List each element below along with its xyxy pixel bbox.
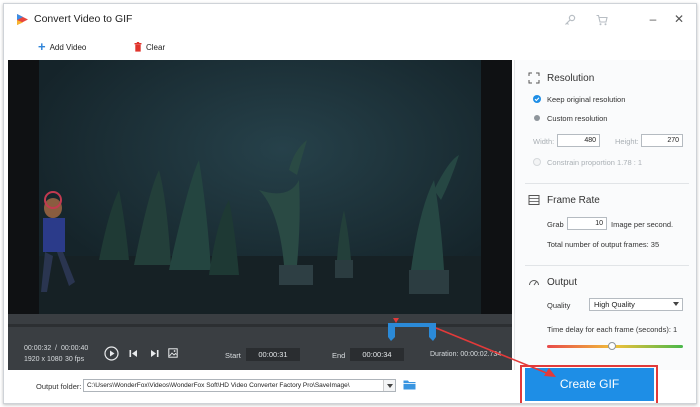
quality-label: Quality xyxy=(547,301,571,310)
check-icon xyxy=(534,97,540,102)
end-label: End xyxy=(332,351,346,360)
height-label: Height: xyxy=(615,137,639,146)
snapshot-icon[interactable] xyxy=(168,348,178,358)
letterbox-right xyxy=(481,60,512,314)
quality-value: High Quality xyxy=(594,300,635,309)
app-logo-icon xyxy=(17,14,28,25)
output-folder-label: Output folder: xyxy=(36,382,82,391)
output-folder-path: C:\Users\WonderFox\Videos\WonderFox Soft… xyxy=(87,382,350,389)
clear-button[interactable]: Clear xyxy=(134,42,165,52)
divider xyxy=(525,183,689,184)
width-field[interactable]: 480 xyxy=(557,134,600,147)
quality-select[interactable]: High Quality xyxy=(589,298,683,311)
close-button[interactable]: ✕ xyxy=(672,12,686,26)
start-time-field[interactable]: 00:00:31 xyxy=(246,348,300,361)
image-per-second-label: Image per second. xyxy=(611,220,674,229)
next-frame-icon[interactable] xyxy=(150,349,159,358)
grab-field[interactable]: 10 xyxy=(567,217,607,230)
delay-slider-thumb[interactable] xyxy=(608,342,617,350)
custom-resolution-radio[interactable] xyxy=(534,115,540,121)
clear-label: Clear xyxy=(146,42,166,52)
minimize-button[interactable]: – xyxy=(646,12,660,26)
chevron-down-icon xyxy=(387,384,393,388)
height-field[interactable]: 270 xyxy=(641,134,683,147)
letterbox-left xyxy=(8,60,39,314)
clip-start-handle[interactable] xyxy=(386,323,396,341)
add-video-label: Add Video xyxy=(49,42,87,52)
create-gif-button[interactable]: Create GIF xyxy=(525,368,654,401)
end-time-field[interactable]: 00:00:34 xyxy=(350,348,404,361)
previous-frame-icon[interactable] xyxy=(129,349,138,358)
output-folder-bar: Output folder: C:\Users\WonderFox\Videos… xyxy=(8,370,512,403)
resolution-title: Resolution xyxy=(547,73,595,84)
divider xyxy=(525,265,689,266)
clip-end-handle[interactable] xyxy=(428,323,438,341)
custom-resolution-label: Custom resolution xyxy=(547,114,608,123)
cart-icon[interactable] xyxy=(596,14,608,26)
open-folder-icon[interactable] xyxy=(403,379,416,390)
duration-text: Duration: 00:00:02.734 xyxy=(430,351,502,358)
frame-rate-title: Frame Rate xyxy=(547,195,600,206)
current-time: 00:00:32 xyxy=(24,345,52,352)
keep-original-label: Keep original resolution xyxy=(547,95,626,104)
output-title: Output xyxy=(547,277,578,288)
key-icon[interactable] xyxy=(564,14,576,26)
output-gauge-icon xyxy=(529,280,539,286)
constrain-proportion-label: Constrain proportion 1.78 : 1 xyxy=(547,158,643,167)
video-fps: 30 fps xyxy=(65,356,85,363)
window-title: Convert Video to GIF xyxy=(34,13,133,25)
toolbar: + Add Video Clear xyxy=(4,36,696,60)
output-folder-field[interactable]: C:\Users\WonderFox\Videos\WonderFox Soft… xyxy=(83,379,396,392)
delay-label: Time delay for each frame (seconds): 1 xyxy=(547,325,678,334)
convert-video-to-gif-window: Convert Video to GIF – ✕ + Add Video Cle… xyxy=(3,3,697,404)
title-bar: Convert Video to GIF – ✕ xyxy=(4,4,696,34)
video-frame xyxy=(39,60,481,314)
keep-original-radio[interactable] xyxy=(533,95,541,103)
total-frames-text: Total number of output frames: 35 xyxy=(547,240,660,249)
resolution-icon xyxy=(528,72,540,84)
play-icon[interactable] xyxy=(104,346,119,361)
video-preview xyxy=(8,60,512,314)
grab-label: Grab xyxy=(547,220,564,229)
playback-controls: 00:00:32 / 00:00:40 1920 x 1080 30 fps S… xyxy=(8,314,512,370)
delay-slider[interactable] xyxy=(547,342,683,350)
constrain-proportion-checkbox[interactable] xyxy=(533,158,541,166)
folder-dropdown-button[interactable] xyxy=(383,380,395,391)
video-resolution: 1920 x 1080 xyxy=(24,356,63,363)
frame-rate-icon xyxy=(528,195,540,205)
plus-icon: + xyxy=(38,39,46,54)
trash-icon xyxy=(134,42,142,52)
add-video-button[interactable]: + Add Video xyxy=(38,39,87,54)
chevron-down-icon xyxy=(673,302,679,306)
settings-panel: Resolution Keep original resolution Cust… xyxy=(514,60,696,370)
width-label: Width: xyxy=(533,137,555,146)
playhead-marker[interactable] xyxy=(393,318,399,324)
total-time: 00:00:40 xyxy=(61,345,89,352)
start-label: Start xyxy=(225,351,241,360)
time-separator: / xyxy=(55,345,57,352)
